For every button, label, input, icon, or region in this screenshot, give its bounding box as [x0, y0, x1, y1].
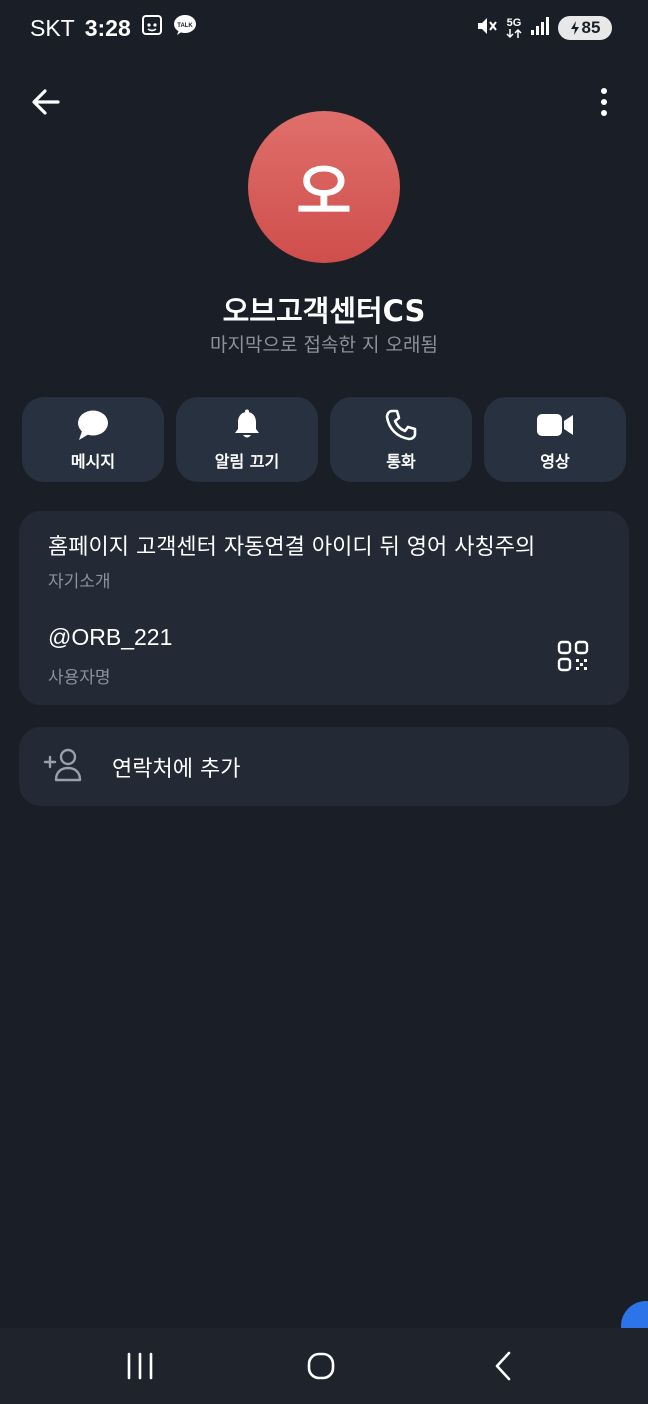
more-options-button[interactable]	[590, 84, 618, 120]
add-contact-button[interactable]: 연락처에 추가	[19, 727, 629, 806]
username-text[interactable]: @ORB_221	[48, 624, 172, 651]
video-label: 영상	[540, 451, 570, 471]
network-5g-icon: 5G	[506, 18, 522, 38]
bell-icon	[232, 408, 262, 442]
video-call-button[interactable]: 영상	[484, 397, 626, 482]
svg-text:TALK: TALK	[177, 23, 193, 29]
call-button[interactable]: 통화	[330, 397, 472, 482]
qr-code-button[interactable]	[557, 640, 589, 672]
message-label: 메시지	[70, 451, 116, 471]
carrier-label: SKT	[30, 14, 75, 41]
status-right: 5G 85	[476, 15, 612, 41]
clock: 3:28	[84, 14, 131, 41]
home-button[interactable]	[299, 1348, 343, 1384]
avatar-initial: 오	[296, 157, 352, 228]
action-buttons: 메시지 알림 끄기 통화 영상	[22, 397, 626, 482]
profile-name: 오브고객센터CS	[222, 294, 426, 328]
battery-level: 85	[581, 18, 601, 37]
talk-app-icon: TALK	[173, 14, 197, 42]
home-icon	[307, 1352, 335, 1380]
recent-apps-button[interactable]	[118, 1348, 162, 1384]
status-left: SKT 3:28 TALK	[30, 14, 197, 42]
add-contact-label: 연락처에 추가	[112, 757, 241, 782]
bio-label: 자기소개	[48, 572, 111, 592]
status-bar: SKT 3:28 TALK 5G 85	[0, 0, 648, 60]
charging-icon	[570, 21, 579, 35]
last-seen-status: 마지막으로 접속한 지 오래됨	[210, 334, 438, 356]
back-nav-button[interactable]	[480, 1348, 524, 1384]
mute-notifications-button[interactable]: 알림 끄기	[176, 397, 318, 482]
phone-icon	[385, 408, 417, 442]
chat-bubble-icon	[76, 408, 110, 442]
recent-apps-icon	[127, 1352, 153, 1380]
screenshot-icon	[141, 14, 163, 42]
more-vertical-icon	[601, 88, 607, 116]
profile-info-card: 홈페이지 고객센터 자동연결 아이디 뒤 영어 사칭주의 자기소개 @ORB_2…	[19, 511, 629, 705]
username-label: 사용자명	[48, 668, 111, 688]
call-label: 통화	[386, 451, 416, 471]
mute-label: 알림 끄기	[214, 451, 280, 471]
navigation-bar	[0, 1328, 648, 1404]
add-person-icon	[43, 747, 83, 783]
signal-icon	[530, 16, 550, 40]
qr-code-icon	[557, 640, 589, 672]
mute-icon	[476, 15, 498, 41]
video-camera-icon	[536, 408, 574, 442]
back-button[interactable]	[28, 84, 64, 120]
chevron-left-icon	[495, 1351, 511, 1381]
bio-text[interactable]: 홈페이지 고객센터 자동연결 아이디 뒤 영어 사칭주의	[48, 529, 535, 561]
network-label: 5G	[506, 17, 522, 29]
arrow-left-icon	[32, 89, 60, 115]
battery-indicator: 85	[558, 16, 612, 40]
avatar[interactable]: 오	[248, 111, 400, 263]
message-button[interactable]: 메시지	[22, 397, 164, 482]
